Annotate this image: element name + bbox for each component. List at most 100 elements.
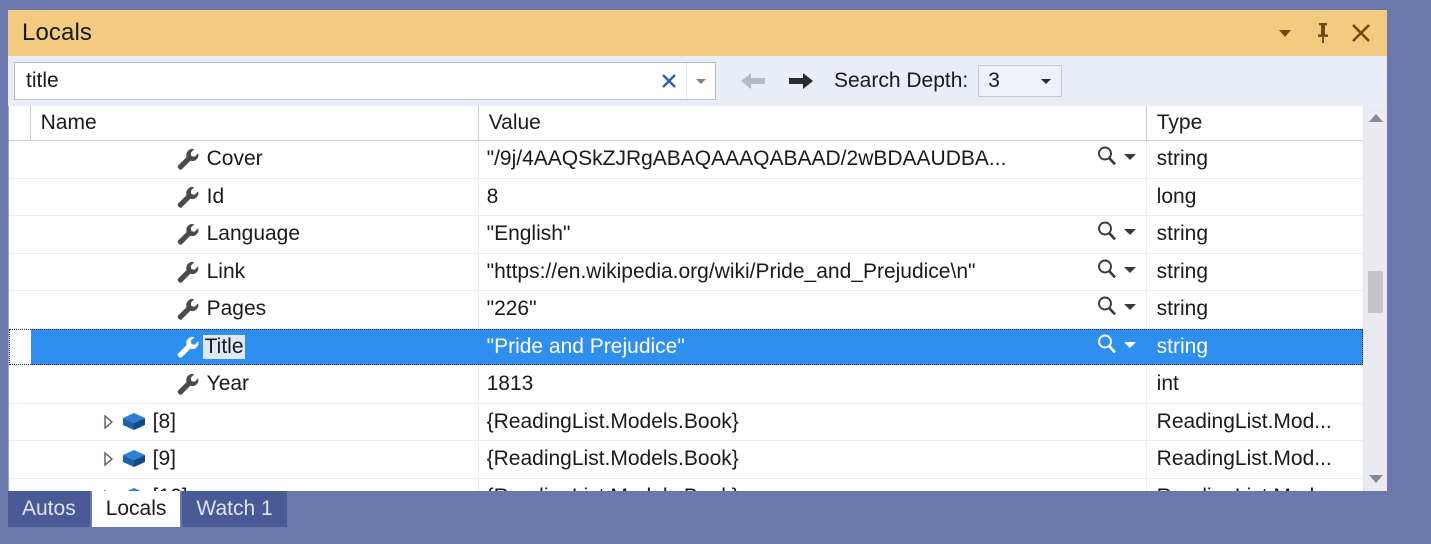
row-name-cell[interactable]: [10]: [31, 478, 479, 491]
table-row[interactable]: Cover "/9j/4AAQSkZJRgABAQAAAQABAAD/2wBDAA…: [9, 141, 1363, 179]
table-row[interactable]: Pages "226" string: [9, 291, 1363, 329]
tab-locals[interactable]: Locals: [91, 491, 181, 527]
window-titlebar: Locals: [8, 10, 1387, 56]
string-visualizer-magnifier-icon[interactable]: [1095, 219, 1119, 249]
row-name-cell[interactable]: Pages: [31, 291, 479, 328]
table-row[interactable]: Language "English" string: [9, 216, 1363, 254]
grid-header-type[interactable]: Type: [1147, 106, 1363, 140]
string-visualizer-magnifier-icon[interactable]: [1095, 257, 1119, 287]
table-row[interactable]: [10]{ReadingList.Models.Book}ReadingList…: [9, 478, 1363, 491]
property-wrench-icon: [173, 221, 203, 247]
value-visualizer-group[interactable]: [1095, 294, 1146, 324]
row-name-label: Pages: [206, 297, 267, 321]
locals-debugger-window: Locals title Search Depth: 3 Name Value …: [0, 0, 1431, 544]
search-depth-chevron-down-icon: [1041, 79, 1052, 84]
row-name-label: Year: [206, 372, 250, 396]
row-type-label: string: [1156, 222, 1209, 246]
value-visualizer-group[interactable]: [1095, 219, 1146, 249]
search-depth-select[interactable]: 3: [978, 65, 1063, 97]
class-cube-icon: [119, 411, 149, 433]
string-visualizer-magnifier-icon[interactable]: [1095, 332, 1119, 362]
row-value-cell[interactable]: 8: [479, 178, 1147, 215]
row-name-label: Id: [206, 184, 225, 208]
row-type-cell: long: [1147, 179, 1363, 216]
clear-search-icon[interactable]: [652, 63, 686, 99]
row-name-label: Cover: [206, 147, 263, 171]
row-value-cell[interactable]: "English": [479, 216, 1147, 253]
row-value-cell[interactable]: "/9j/4AAQSkZJRgABAQAAAQABAAD/2wBDAAUDBA.…: [479, 141, 1147, 178]
table-row[interactable]: Id 8 long: [9, 178, 1363, 216]
row-value-cell[interactable]: 1813: [479, 366, 1147, 403]
row-name-cell[interactable]: Title: [30, 328, 479, 365]
find-next-arrow-right-icon[interactable]: [784, 64, 818, 98]
grid-rows: Cover "/9j/4AAQSkZJRgABAQAAAQABAAD/2wBDAA…: [9, 141, 1363, 491]
grid-vertical-scrollbar[interactable]: [1363, 106, 1387, 491]
value-visualizer-group[interactable]: [1095, 332, 1146, 362]
string-visualizer-chevron-down-icon[interactable]: [1122, 260, 1138, 284]
search-box[interactable]: [14, 62, 716, 100]
value-visualizer-group[interactable]: [1095, 144, 1146, 174]
row-value-label: {ReadingList.Models.Book}: [486, 447, 739, 471]
table-row[interactable]: Title "Pride and Prejudice" string: [9, 328, 1363, 366]
pin-icon[interactable]: [1305, 14, 1341, 52]
row-name-cell[interactable]: Cover: [31, 141, 479, 178]
row-name-cell[interactable]: [9]: [31, 441, 479, 478]
string-visualizer-chevron-down-icon[interactable]: [1122, 147, 1138, 171]
string-visualizer-magnifier-icon[interactable]: [1095, 144, 1119, 174]
row-expander-triangle-icon[interactable]: [97, 414, 119, 430]
row-gutter: [9, 141, 31, 178]
string-visualizer-chevron-down-icon[interactable]: [1122, 222, 1138, 246]
row-type-cell: ReadingList.Mod...: [1147, 404, 1363, 441]
table-row[interactable]: Link "https://en.wikipedia.org/wiki/Pride…: [9, 253, 1363, 291]
tab-watch-1-label: Watch 1: [196, 497, 273, 520]
grid-header-gutter: [9, 106, 31, 140]
close-icon[interactable]: [1343, 14, 1379, 52]
table-row[interactable]: [9] {ReadingList.Models.Book} ReadingList.…: [9, 441, 1363, 479]
row-gutter: [9, 366, 31, 403]
row-type-cell: string: [1147, 254, 1363, 291]
row-type-cell: string: [1147, 216, 1363, 253]
row-value-cell[interactable]: "https://en.wikipedia.org/wiki/Pride_and…: [479, 253, 1147, 290]
row-name-cell[interactable]: Id: [31, 178, 479, 215]
grid-header-name[interactable]: Name: [31, 106, 479, 140]
table-row[interactable]: Year 1813 int: [9, 366, 1363, 404]
string-visualizer-chevron-down-icon[interactable]: [1122, 335, 1138, 359]
row-value-cell[interactable]: "226": [479, 291, 1147, 328]
row-name-cell[interactable]: Language: [31, 216, 479, 253]
tab-autos[interactable]: Autos: [8, 491, 90, 527]
row-name-label: [8]: [152, 409, 176, 433]
table-row[interactable]: [8] {ReadingList.Models.Book} ReadingList.…: [9, 403, 1363, 441]
scrollbar-thumb[interactable]: [1368, 271, 1383, 313]
find-previous-arrow-left-icon[interactable]: [736, 64, 770, 98]
row-value-label: "https://en.wikipedia.org/wiki/Pride_and…: [486, 259, 976, 283]
search-input[interactable]: [15, 68, 652, 94]
tab-watch-1[interactable]: Watch 1: [182, 491, 287, 527]
string-visualizer-chevron-down-icon[interactable]: [1122, 297, 1138, 321]
variables-grid: Name Value Type Cover "/9j/4AAQSkZJRgABAQ…: [8, 106, 1387, 491]
variables-grid-viewport: Name Value Type Cover "/9j/4AAQSkZJRgABAQ…: [9, 106, 1363, 491]
grid-header-value[interactable]: Value: [479, 106, 1147, 140]
row-type-label: string: [1156, 334, 1209, 358]
row-name-cell[interactable]: Link: [31, 253, 479, 290]
row-name-cell[interactable]: [8]: [31, 403, 479, 440]
scroll-down-arrow-icon[interactable]: [1364, 467, 1387, 491]
window-dropdown-icon[interactable]: [1267, 14, 1303, 52]
search-options-chevron-down-icon[interactable]: [686, 63, 715, 99]
row-gutter: [9, 441, 31, 478]
row-expander-triangle-icon[interactable]: [97, 451, 119, 467]
string-visualizer-magnifier-icon[interactable]: [1095, 294, 1119, 324]
row-name-cell[interactable]: Year: [31, 366, 479, 403]
scroll-up-arrow-icon[interactable]: [1364, 106, 1387, 130]
row-gutter: [9, 216, 31, 253]
row-type-cell: string: [1147, 291, 1363, 328]
row-value-cell[interactable]: {ReadingList.Models.Book}: [479, 441, 1147, 478]
row-type-label: long: [1156, 184, 1197, 208]
row-value-cell[interactable]: {ReadingList.Models.Book}: [479, 403, 1147, 440]
row-value-cell[interactable]: {ReadingList.Models.Book}: [479, 478, 1147, 491]
value-visualizer-group[interactable]: [1095, 257, 1146, 287]
row-name-label: Language: [206, 222, 301, 246]
property-wrench-icon: [173, 371, 203, 397]
row-value-label: {ReadingList.Models.Book}: [486, 409, 739, 433]
row-gutter: [9, 404, 31, 441]
row-value-cell[interactable]: "Pride and Prejudice": [478, 328, 1147, 365]
